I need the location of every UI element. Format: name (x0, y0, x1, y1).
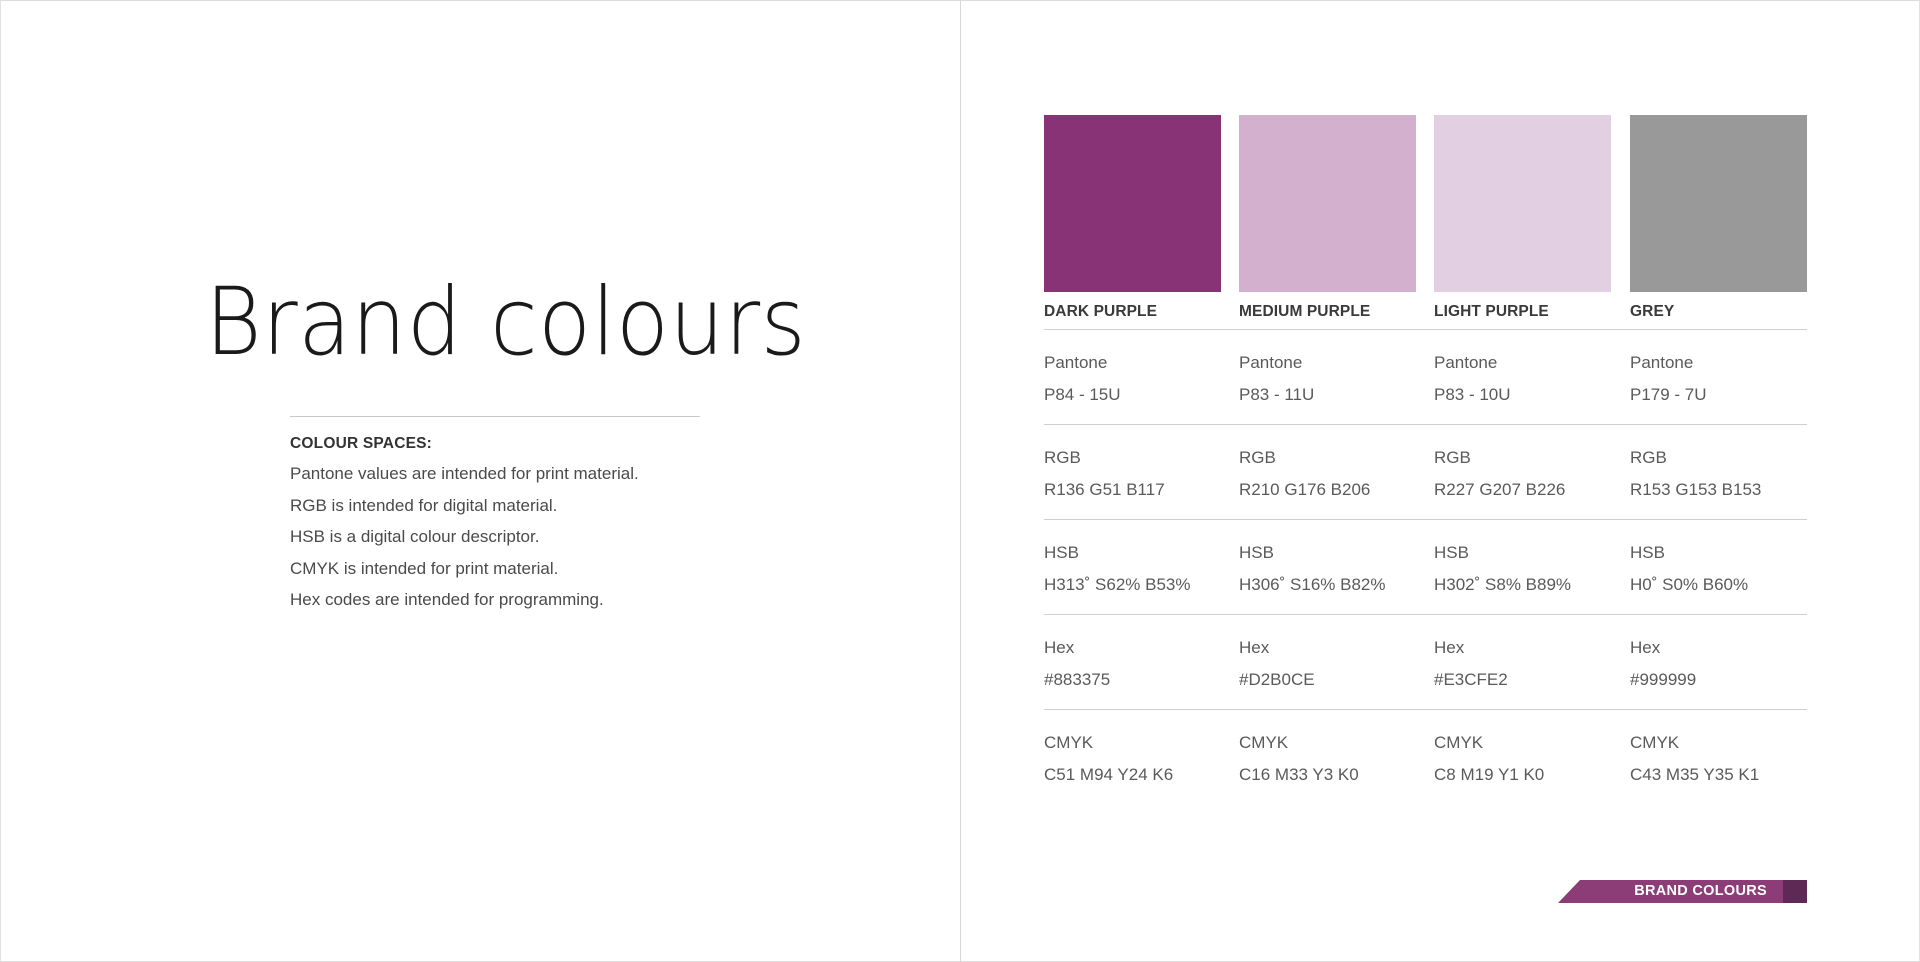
spec-label: Pantone (1044, 353, 1108, 372)
hsb-row: HSB H313˚ S62% B53% HSB H306˚ S16% B82% … (1044, 520, 1807, 614)
spec-value: #E3CFE2 (1434, 670, 1508, 689)
section-tag: BRAND COLOURS (1558, 880, 1807, 903)
spec-value: H306˚ S16% B82% (1239, 575, 1386, 594)
spec-value: P83 - 10U (1434, 385, 1511, 404)
swatch-row (1044, 115, 1807, 292)
spec-value: #999999 (1630, 670, 1697, 689)
spec-value: R210 G176 B206 (1239, 480, 1371, 499)
note-line: HSB is a digital colour descriptor. (290, 527, 540, 546)
spec-label: Hex (1044, 638, 1075, 657)
swatch-medium-purple (1239, 115, 1416, 292)
spec-value: P83 - 11U (1239, 385, 1315, 404)
rgb-row: RGB R136 G51 B117 RGB R210 G176 B206 RGB… (1044, 425, 1807, 519)
notes-heading: COLOUR SPACES: (290, 435, 433, 452)
section-tag-label: BRAND COLOURS (1634, 883, 1767, 899)
spec-label: Hex (1434, 638, 1465, 657)
spec-value: R227 G207 B226 (1434, 480, 1566, 499)
spec-label: Pantone (1239, 353, 1303, 372)
swatch-dark-purple (1044, 115, 1221, 292)
spec-label: Hex (1239, 638, 1270, 657)
spec-value: R136 G51 B117 (1044, 480, 1165, 499)
swatch-light-purple (1434, 115, 1611, 292)
colour-name: DARK PURPLE (1044, 303, 1158, 320)
spec-label: HSB (1630, 543, 1665, 562)
spec-value: P84 - 15U (1044, 385, 1121, 404)
spec-label: HSB (1239, 543, 1274, 562)
colour-name-row: DARK PURPLE MEDIUM PURPLE LIGHT PURPLE G… (1044, 292, 1807, 329)
hex-row: Hex #883375 Hex #D2B0CE Hex #E3CFE2 Hex … (1044, 615, 1807, 709)
colour-name: GREY (1630, 303, 1675, 320)
spec-value: #883375 (1044, 670, 1111, 689)
spec-label: HSB (1434, 543, 1469, 562)
spec-value: R153 G153 B153 (1630, 480, 1762, 499)
spec-value: H0˚ S0% B60% (1630, 575, 1749, 594)
colour-spaces-notes: COLOUR SPACES: Pantone values are intend… (290, 435, 639, 616)
note-line: CMYK is intended for print material. (290, 558, 559, 578)
spec-label: CMYK (1239, 733, 1289, 752)
spec-label: RGB (1434, 448, 1471, 467)
spec-value: H302˚ S8% B89% (1434, 575, 1572, 594)
spec-value: C43 M35 Y35 K1 (1630, 765, 1760, 784)
colour-name: MEDIUM PURPLE (1239, 303, 1371, 320)
spec-label: Pantone (1434, 353, 1498, 372)
spec-label: RGB (1630, 448, 1667, 467)
document-spread: Brand colours COLOUR SPACES: Pantone val… (0, 0, 1920, 962)
spec-label: CMYK (1630, 733, 1680, 752)
spec-label: CMYK (1434, 733, 1484, 752)
spec-value: C8 M19 Y1 K0 (1434, 765, 1545, 784)
page-title: Brand colours (205, 268, 807, 377)
note-line: Pantone values are intended for print ma… (290, 464, 639, 483)
spec-label: CMYK (1044, 733, 1094, 752)
spec-label: HSB (1044, 543, 1079, 562)
left-page: Brand colours COLOUR SPACES: Pantone val… (0, 0, 960, 962)
section-tag-end (1783, 880, 1807, 903)
pantone-row: Pantone P84 - 15U Pantone P83 - 11U Pant… (1044, 330, 1807, 424)
spec-value: H313˚ S62% B53% (1044, 575, 1191, 594)
cmyk-row: CMYK C51 M94 Y24 K6 CMYK C16 M33 Y3 K0 C… (1044, 710, 1807, 804)
colour-spec-grid: DARK PURPLE MEDIUM PURPLE LIGHT PURPLE G… (1044, 115, 1807, 804)
note-line: RGB is intended for digital material. (290, 495, 558, 515)
swatch-grey (1630, 115, 1807, 292)
spec-value: P179 - 7U (1630, 385, 1707, 404)
spec-label: RGB (1239, 448, 1276, 467)
colour-name: LIGHT PURPLE (1434, 303, 1549, 320)
title-divider (290, 416, 700, 417)
spec-value: C51 M94 Y24 K6 (1044, 765, 1174, 784)
spec-label: Pantone (1630, 353, 1694, 372)
section-tag-slant (1558, 880, 1580, 903)
spec-value: #D2B0CE (1239, 670, 1315, 689)
spec-value: C16 M33 Y3 K0 (1239, 765, 1359, 784)
note-line: Hex codes are intended for programming. (290, 590, 604, 609)
spec-label: Hex (1630, 638, 1661, 657)
spec-label: RGB (1044, 448, 1081, 467)
